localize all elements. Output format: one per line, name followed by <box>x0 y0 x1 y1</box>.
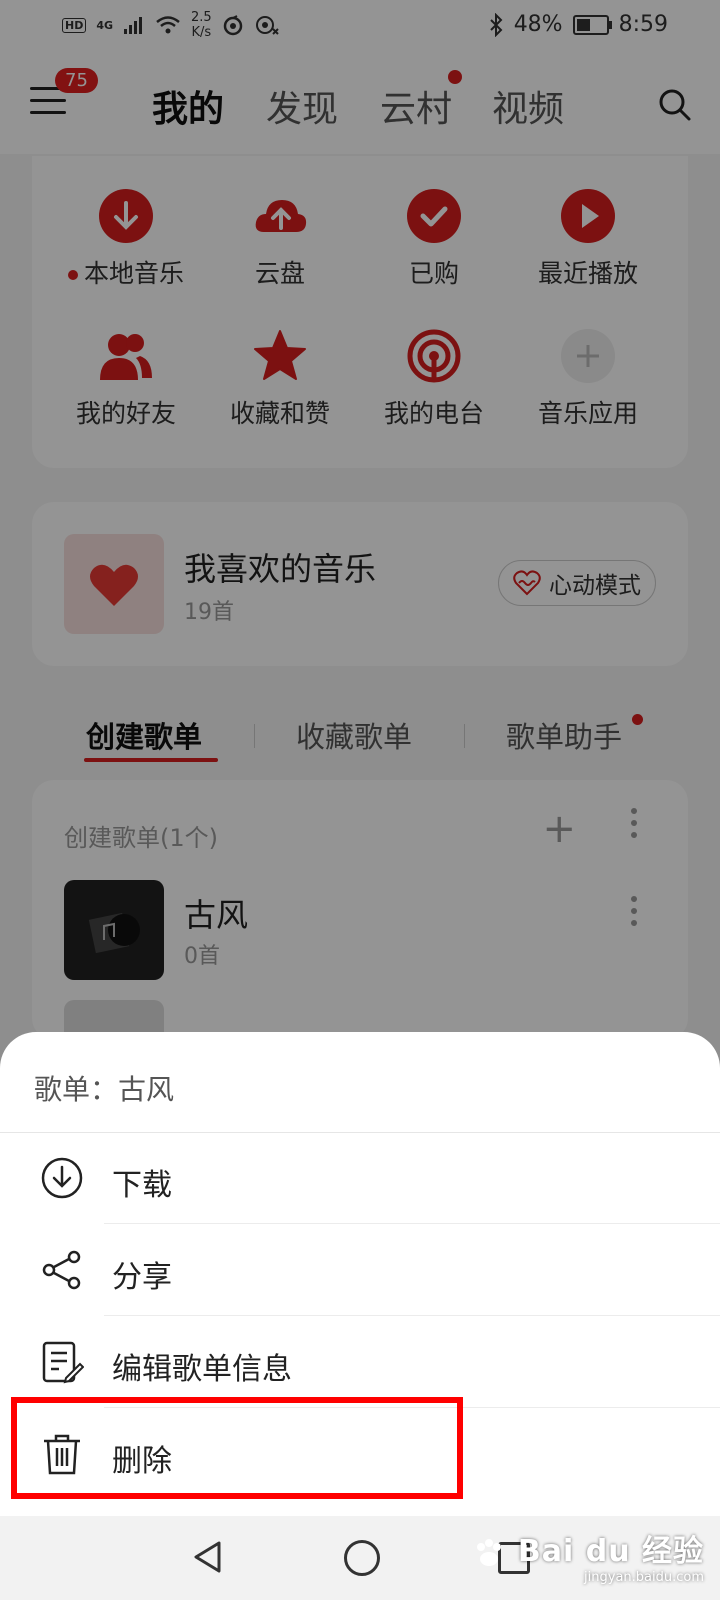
option-download[interactable]: 下载 <box>0 1132 720 1224</box>
delete-highlight-box <box>11 1397 463 1499</box>
paw-icon <box>477 1538 502 1566</box>
baidu-jingyan-watermark: Bai du 经验 jingyan.baidu.com <box>472 1526 704 1585</box>
option-edit-info[interactable]: 编辑歌单信息 <box>0 1316 720 1408</box>
option-share[interactable]: 分享 <box>0 1224 720 1316</box>
watermark-logo: Bai du 经验 <box>472 1526 704 1570</box>
share-icon <box>42 1250 81 1290</box>
system-nav-bar: Bai du 经验 jingyan.baidu.com <box>0 1516 720 1600</box>
download-icon <box>41 1157 83 1199</box>
edit-icon <box>42 1341 84 1384</box>
home-icon[interactable] <box>344 1540 380 1576</box>
back-icon[interactable] <box>192 1540 222 1574</box>
sheet-title: 歌单：古风 <box>34 1073 175 1106</box>
